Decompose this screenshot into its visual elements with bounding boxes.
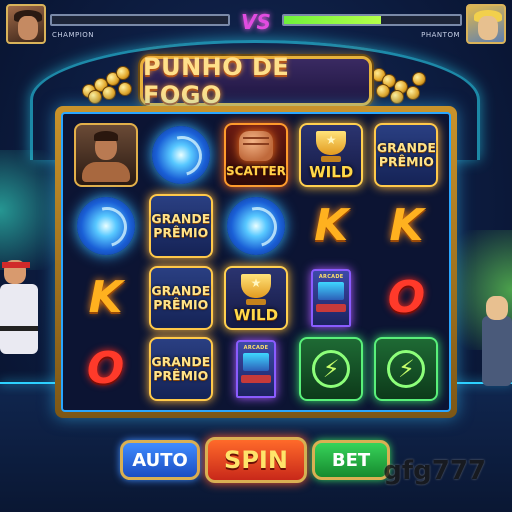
letter-k-symbol: K [314,200,349,252]
player-right-portrait [466,4,506,44]
arcade-cabinet-icon: ARCADE [311,268,352,327]
reel-cell: ⚡ [295,335,368,405]
reel-cell: ARCADE [295,263,368,333]
energy-orb-symbol [76,197,135,256]
reel-cell: K [295,192,368,262]
coin-pile-right [368,64,432,104]
reel-cell: ARCADE [219,335,292,405]
arcade-cabinet-icon: ARCADE [235,340,276,399]
wild-label: WILD [233,305,279,324]
fist-icon [238,131,273,162]
arcade-marquee: ARCADE [243,345,269,352]
wild-label: WILD [309,162,354,181]
fight-hud: CHAMPION VS PHANTOM [0,0,512,46]
auto-button[interactable]: AUTO [120,440,200,480]
fighter-left-character [0,258,44,388]
trophy-icon [240,273,271,298]
letter-o-symbol: O [387,271,426,323]
lightning-bolt-symbol: ⚡ [299,337,364,402]
reel-cell: O [370,263,443,333]
grand-prize-line2: PRÊMIO [153,225,209,241]
arcade-cabinet-symbol: ARCADE [299,266,363,330]
reel-cell: GRANDE PRÊMIO [370,120,443,190]
reel-cell: GRANDE PRÊMIO [144,192,217,262]
wild-trophy-symbol: WILD [299,122,364,187]
letter-k-symbol: K [389,200,424,252]
reel-cell: WILD [219,263,292,333]
grand-prize-line1: GRANDE [376,139,436,155]
arcade-cabinet-symbol: ARCADE [224,337,288,401]
spin-button[interactable]: SPIN [205,437,307,483]
reel-cell: WILD [295,120,368,190]
lightning-icon: ⚡ [312,350,351,389]
reel-cell: GRANDE PRÊMIO [144,263,217,333]
bet-button[interactable]: BET [312,440,390,480]
reel-grid: SCATTERWILDGRANDEPRÊMIOGRANDEPRÊMIOKKKGR… [61,112,451,412]
trophy-icon [316,130,347,155]
fighter-right-character [478,296,512,396]
grand-prize-line2: PRÊMIO [153,368,209,384]
grand-prize-line2: PRÊMIO [378,153,434,169]
reel-cell [144,120,217,190]
player-right-health-bar [282,14,462,26]
reel-cell [69,120,142,190]
reel-cell: SCATTER [219,120,292,190]
vs-label: VS [241,10,271,34]
grand-prize-symbol: GRANDE PRÊMIO [374,122,439,187]
grand-prize-line1: GRANDE [151,282,211,298]
scatter-fist-symbol: SCATTER [223,122,288,187]
energy-orb-symbol [151,125,210,184]
fighter-portrait-symbol [73,122,138,187]
grand-prize-symbol: GRANDE PRÊMIO [148,265,213,330]
watermark: gfg777 [383,456,486,486]
reel-cell: K [370,192,443,262]
player-left-name: CHAMPION [52,31,95,39]
grand-prize-symbol: GRANDE PRÊMIO [148,194,213,259]
scatter-label: SCATTER [226,164,286,179]
arcade-marquee: ARCADE [318,273,344,280]
reel-cell: GRANDE PRÊMIO [144,335,217,405]
letter-o-symbol: O [86,343,125,395]
letter-k-symbol: K [88,271,123,323]
grand-prize-line2: PRÊMIO [153,296,209,312]
grand-prize-symbol: GRANDE PRÊMIO [148,337,213,402]
reel-cell [69,192,142,262]
wild-trophy-symbol: WILD [223,265,288,330]
reel-cell: K [69,263,142,333]
energy-orb-symbol [226,197,285,256]
reel-cell [219,192,292,262]
coin-pile-left [78,64,142,104]
player-right-name: PHANTOM [421,31,460,39]
game-title-plaque: PUNHO DE FOGO [140,53,372,109]
reel-cell: ⚡ [370,335,443,405]
player-right-health-fill [284,16,381,24]
reel-frame: SCATTERWILDGRANDEPRÊMIOGRANDEPRÊMIOKKKGR… [55,106,457,418]
player-left-health-bar [50,14,230,26]
player-left-portrait [6,4,46,44]
lightning-bolt-symbol: ⚡ [374,337,439,402]
game-title: PUNHO DE FOGO [143,53,290,109]
lightning-icon: ⚡ [387,350,426,389]
reel-cell: O [69,335,142,405]
